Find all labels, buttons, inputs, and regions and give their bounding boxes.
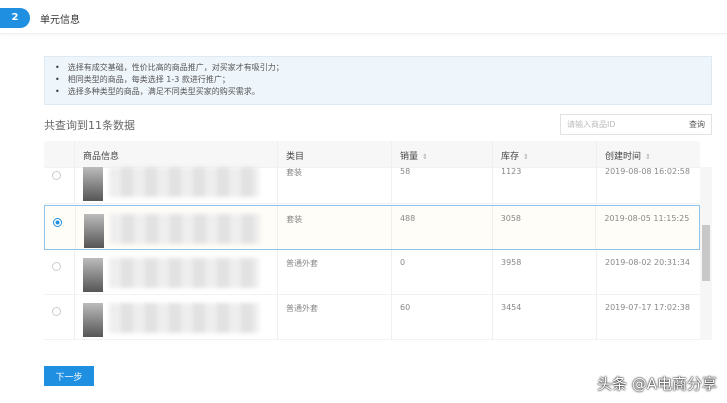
product-info [75,295,278,339]
search-box[interactable]: 请输入商品ID 查询 [560,114,712,135]
product-thumbnail [83,214,104,248]
search-input[interactable]: 请输入商品ID [567,115,616,134]
stock: 1123 [493,159,597,203]
category: 普通外套 [278,250,392,294]
product-title-blurred [109,214,260,244]
row-select[interactable] [45,206,76,249]
watermark: 头条 @A电商分享 [596,375,717,393]
scrollbar-thumb[interactable] [702,225,710,281]
result-count: 共查询到11条数据 [44,119,135,132]
search-button[interactable]: 查询 [689,115,705,134]
product-info [76,206,279,249]
radio-button[interactable] [52,307,61,316]
created-time: 2019-08-02 20:31:34 [605,258,690,267]
next-step-button[interactable]: 下一步 [44,366,94,386]
table-scrollbar[interactable] [700,167,712,340]
radio-button[interactable] [52,171,61,180]
table-row[interactable]: 普通外套 0 3958 2019-08-02 20:31:34 [44,250,700,295]
row-select[interactable] [44,250,75,294]
step-badge: 2 [0,8,30,28]
radio-button[interactable] [52,262,61,271]
product-thumbnail [83,258,103,292]
sales: 0 [392,250,493,294]
created-time: 2019-07-17 17:02:38 [605,303,690,312]
created-time: 2019-08-08 16:02:58 [605,167,690,176]
table-row[interactable]: 套装 58 1123 2019-08-08 16:02:58 [44,159,700,204]
stock: 3454 [493,295,597,339]
category: 普通外套 [278,295,392,339]
tip-item: 选择多种类型的商品，满足不同类型买家的购买需求。 [55,86,711,98]
product-title-blurred [109,258,259,288]
tip-item: 相同类型的商品，每类选择 1-3 款进行推广； [55,74,711,86]
stock: 3958 [493,250,597,294]
row-select[interactable] [44,159,75,203]
table-row[interactable]: 套装 488 3058 2019-08-05 11:15:25 [44,205,700,250]
tips-notice: 选择有成交基础，性价比高的商品推广，对买家才有吸引力； 相同类型的商品，每类选择… [44,56,712,105]
tip-item: 选择有成交基础，性价比高的商品推广，对买家才有吸引力； [55,62,711,74]
section-header: 2 单元信息 [0,0,727,34]
row-select[interactable] [44,295,75,339]
radio-button[interactable] [53,218,62,227]
section-title: 单元信息 [40,15,80,26]
created-time: 2019-08-05 11:15:25 [604,214,690,223]
product-title-blurred [109,303,259,333]
sales: 60 [392,295,493,339]
stock: 3058 [493,206,597,249]
product-title-blurred [109,167,259,197]
sales: 58 [392,159,493,203]
sales: 488 [392,206,493,249]
product-thumbnail [83,167,103,201]
product-table: 商品信息 类目 销量 ⇕ 库存 ⇕ 创建时间 ⇕ 套装 58 1123 2019-08… [44,141,712,340]
product-info [75,250,278,294]
category: 套装 [278,206,392,249]
product-thumbnail [83,303,103,337]
category: 套装 [278,159,392,203]
product-info [75,159,278,203]
table-row[interactable]: 普通外套 60 3454 2019-07-17 17:02:38 [44,295,700,340]
